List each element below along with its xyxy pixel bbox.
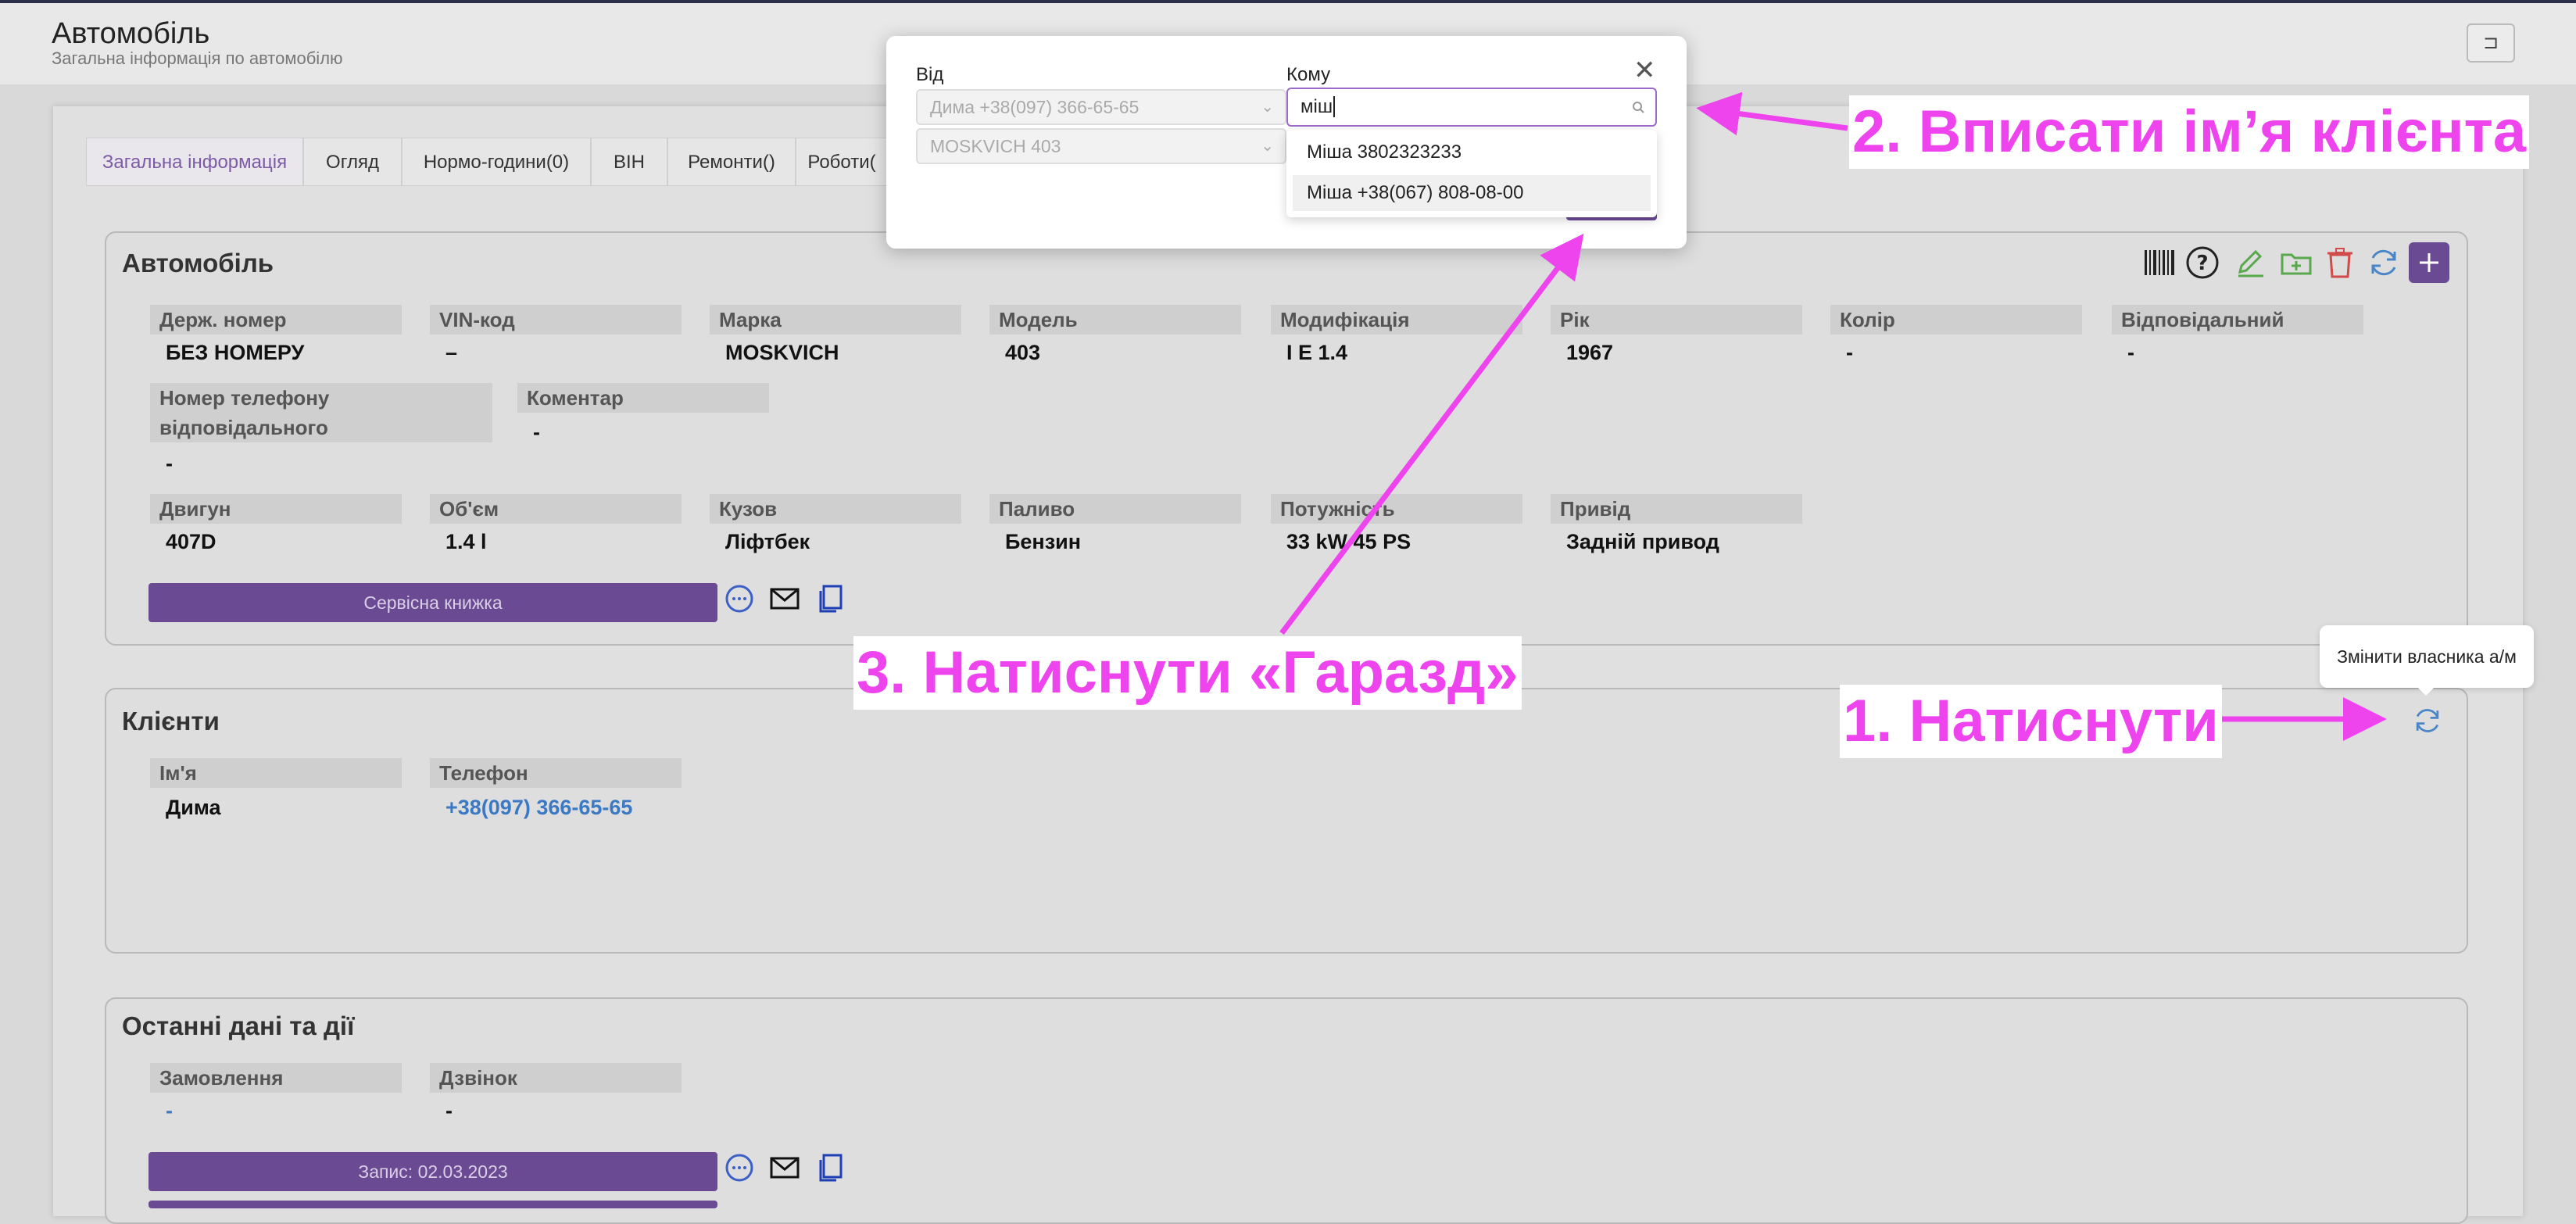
annotation-step-3: 3. Натиснути «Гаразд» — [853, 636, 1522, 710]
annotation-step-1: 1. Натиснути — [1840, 685, 2222, 758]
annotation-step-2: 2. Вписати ім’я клієнта — [1849, 95, 2530, 169]
annotation-arrows — [1279, 91, 2387, 741]
